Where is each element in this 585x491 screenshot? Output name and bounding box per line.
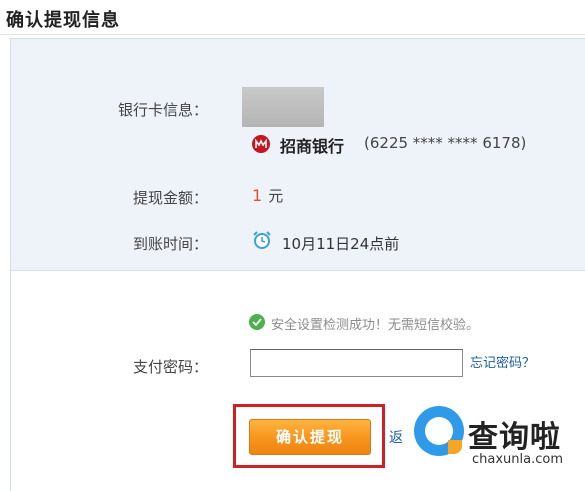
watermark-url: chaxunla.com [472, 452, 563, 467]
amount-label: 提现金额： [132, 189, 208, 207]
page-title: 确认提现信息 [6, 10, 120, 31]
arrival-time-value: 10月11日24点前 [282, 235, 400, 253]
card-number: (6225 **** **** 6178) [364, 134, 527, 152]
arrival-time-label: 到账时间： [132, 235, 208, 253]
pay-password-label: 支付密码： [132, 358, 208, 376]
bank-card-label: 银行卡信息： [117, 101, 208, 119]
cmb-bank-logo-icon [252, 135, 270, 153]
amount-number: 1 [252, 186, 263, 205]
check-circle-icon [249, 314, 265, 330]
bank-card-image [242, 87, 324, 127]
amount-value: 1元 [252, 185, 283, 206]
watermark-logo-icon [414, 406, 464, 456]
amount-unit: 元 [268, 187, 284, 205]
alarm-clock-icon [252, 230, 272, 250]
return-link[interactable]: 返 [389, 427, 403, 447]
security-check-message: 安全设置检测成功！无需短信校验。 [271, 318, 480, 333]
forgot-password-link[interactable]: 忘记密码？ [470, 352, 535, 371]
watermark-text: 查询啦 [468, 420, 561, 455]
watermark: 查询啦 chaxunla.com [408, 398, 585, 478]
pay-password-input[interactable] [250, 349, 463, 377]
title-divider [0, 34, 585, 35]
confirm-withdraw-button[interactable]: 确认提现 [249, 419, 371, 455]
bank-name: 招商银行 [280, 137, 345, 156]
